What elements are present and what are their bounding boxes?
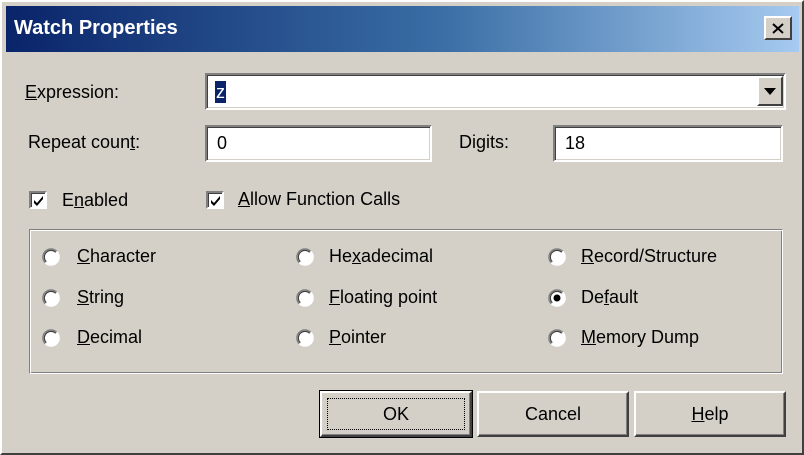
allow-function-calls-label[interactable]: Allow Function Calls	[238, 189, 400, 210]
enabled-checkbox[interactable]	[29, 191, 47, 209]
expression-value[interactable]: z	[215, 81, 226, 103]
enabled-label[interactable]: Enabled	[62, 190, 128, 211]
radio-label-memory-dump[interactable]: Memory Dump	[581, 327, 699, 348]
radio-label-hexadecimal[interactable]: Hexadecimal	[329, 246, 433, 267]
radio-label-default[interactable]: Default	[581, 287, 638, 308]
radio-label-decimal[interactable]: Decimal	[77, 327, 142, 348]
radio-floating-point[interactable]	[296, 289, 314, 307]
radio-label-pointer[interactable]: Pointer	[329, 327, 386, 348]
close-icon	[772, 22, 784, 34]
repeat-count-input[interactable]: 0	[205, 125, 432, 162]
cancel-button[interactable]: Cancel	[477, 391, 629, 437]
watch-properties-dialog: Watch Properties Expression: z Repeat co…	[0, 0, 804, 455]
checkmark-icon	[34, 196, 43, 206]
checkmark-icon	[211, 196, 220, 206]
radio-label-floating-point[interactable]: Floating point	[329, 287, 437, 308]
radio-memory-dump[interactable]	[548, 329, 566, 347]
title-bar[interactable]: Watch Properties	[6, 6, 799, 52]
ok-button[interactable]: OK	[319, 390, 473, 438]
focus-rectangle	[327, 398, 465, 430]
digits-input[interactable]: 18	[553, 125, 783, 162]
radio-pointer[interactable]	[296, 329, 314, 347]
allow-function-calls-checkbox[interactable]	[206, 191, 224, 209]
expression-dropdown-button[interactable]	[757, 76, 783, 106]
radio-default[interactable]	[548, 289, 566, 307]
close-button[interactable]	[764, 16, 792, 40]
radio-decimal[interactable]	[42, 329, 60, 347]
radio-record-structure[interactable]	[548, 248, 566, 266]
radio-string[interactable]	[42, 289, 60, 307]
expression-label: Expression:	[25, 82, 120, 102]
expression-combobox[interactable]: z	[205, 73, 786, 110]
window-title: Watch Properties	[14, 17, 178, 39]
radio-label-string[interactable]: String	[77, 287, 124, 308]
radio-label-record-structure[interactable]: Record/Structure	[581, 246, 717, 267]
radio-character[interactable]	[42, 248, 60, 266]
radio-hexadecimal[interactable]	[296, 248, 314, 266]
radio-label-character[interactable]: Character	[77, 246, 156, 267]
digits-label: Digits:	[459, 132, 510, 152]
help-button[interactable]: Help	[634, 391, 786, 437]
repeat-count-label: Repeat count:	[28, 132, 141, 152]
chevron-down-icon	[764, 87, 776, 95]
